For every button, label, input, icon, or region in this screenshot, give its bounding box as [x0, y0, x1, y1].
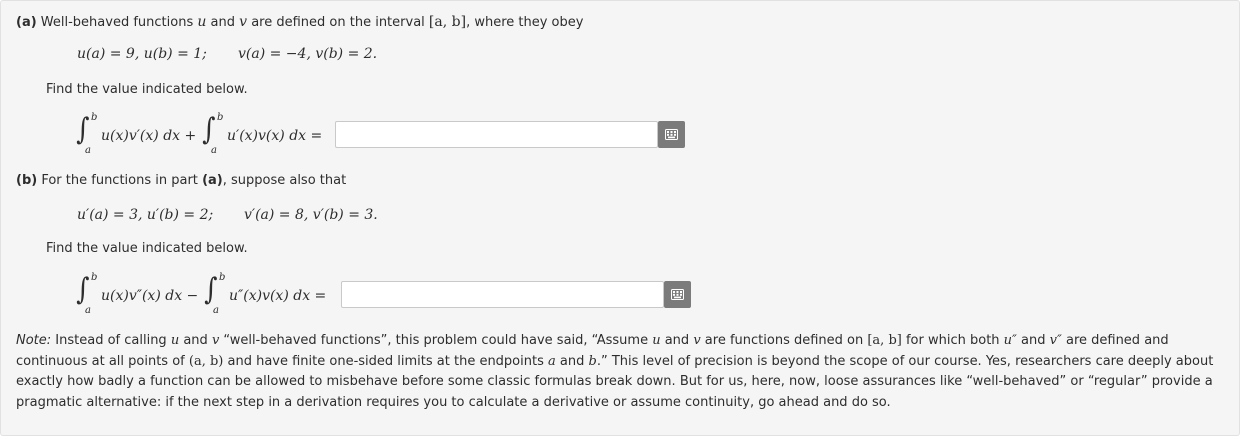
- keyboard-icon: [665, 129, 678, 140]
- part-a-label: (a): [16, 15, 37, 30]
- problem-panel: (a) Well-behaved functions u and v are d…: [0, 0, 1240, 436]
- var-a: a: [548, 353, 556, 369]
- part-a-find-text: Find the value indicated below.: [46, 82, 248, 97]
- interval-ab: [a, b]: [867, 333, 902, 348]
- part-b-integral-1: ∫ b a: [75, 272, 97, 316]
- lower-limit: a: [85, 305, 91, 316]
- note-text: and: [179, 333, 212, 348]
- var-v: v: [239, 14, 248, 30]
- var-v-second-derivative: v″: [1049, 333, 1062, 348]
- note-text: and: [1016, 333, 1050, 348]
- part-b-intro: (b) For the functions in part (a), suppo…: [16, 173, 346, 188]
- var-u: u: [170, 333, 180, 348]
- integral-sign: ∫: [76, 112, 90, 147]
- upper-limit: b: [91, 272, 98, 283]
- integral-sign: ∫: [76, 272, 90, 307]
- note-text: “well-behaved functions”, this problem c…: [219, 333, 653, 348]
- part-b-label: (b): [16, 173, 38, 188]
- upper-limit: b: [219, 272, 226, 283]
- note-text: are functions defined on: [700, 333, 868, 348]
- part-a-intro-mid: are defined on the interval: [251, 15, 425, 30]
- part-a-conditions-u: u(a) = 9, u(b) = 1;: [77, 46, 207, 62]
- var-b: b: [588, 353, 597, 369]
- note-label: Note:: [16, 333, 52, 348]
- part-b-conditions-u: u′(a) = 3, u′(b) = 2;: [77, 207, 214, 223]
- var-v: v: [693, 333, 701, 348]
- part-b-integral-2: ∫ b a: [203, 272, 225, 316]
- part-a-math-keyboard-button[interactable]: [658, 121, 685, 148]
- part-a-answer-input[interactable]: [335, 121, 658, 148]
- part-b-intro-text: For the functions in part: [41, 173, 198, 188]
- part-a-integral-1: ∫ b a: [75, 112, 97, 156]
- part-a-intro-and: and: [210, 15, 235, 30]
- note-paragraph: Note: Instead of calling u and v “well-b…: [16, 331, 1228, 413]
- upper-limit: b: [91, 112, 98, 123]
- part-a-intro-text: Well-behaved functions: [40, 15, 194, 30]
- var-u: u: [197, 14, 207, 30]
- part-b-answer-input[interactable]: [341, 281, 664, 308]
- integral-sign: ∫: [204, 272, 218, 307]
- part-b-find-text: Find the value indicated below.: [46, 241, 248, 256]
- note-text: and have finite one-sided limits at the …: [223, 353, 548, 369]
- part-b-conditions-v: v′(a) = 8, v′(b) = 3.: [244, 207, 378, 223]
- note-text: and: [555, 353, 589, 369]
- upper-limit: b: [217, 112, 224, 123]
- part-b-math-keyboard-button[interactable]: [664, 281, 691, 308]
- lower-limit: a: [211, 145, 217, 156]
- note-text: and: [660, 333, 694, 348]
- open-interval-ab: (a, b): [188, 353, 224, 369]
- part-a-integral-2: ∫ b a: [201, 112, 223, 156]
- keyboard-icon: [671, 289, 684, 300]
- lower-limit: a: [213, 305, 219, 316]
- part-a-reference: (a): [202, 173, 223, 188]
- note-text: for which both: [901, 333, 1004, 348]
- var-u: u: [652, 333, 661, 348]
- part-b-term-1: u(x)v″(x) dx −: [101, 288, 199, 304]
- var-u-second-derivative: u″: [1003, 333, 1017, 348]
- lower-limit: a: [85, 145, 91, 156]
- part-a-intro: (a) Well-behaved functions u and v are d…: [16, 14, 583, 30]
- integral-sign: ∫: [202, 112, 216, 147]
- part-b-term-2: u″(x)v(x) dx =: [229, 288, 327, 304]
- part-a-intro-post: , where they obey: [466, 15, 584, 30]
- part-a-conditions-v: v(a) = −4, v(b) = 2.: [238, 46, 378, 62]
- part-a-term-1: u(x)v′(x) dx +: [101, 128, 197, 144]
- interval-ab: [a, b]: [428, 14, 467, 30]
- note-text: Instead of calling: [51, 333, 171, 348]
- part-b-intro-post: , suppose also that: [222, 173, 347, 188]
- part-a-term-2: u′(x)v(x) dx =: [227, 128, 323, 144]
